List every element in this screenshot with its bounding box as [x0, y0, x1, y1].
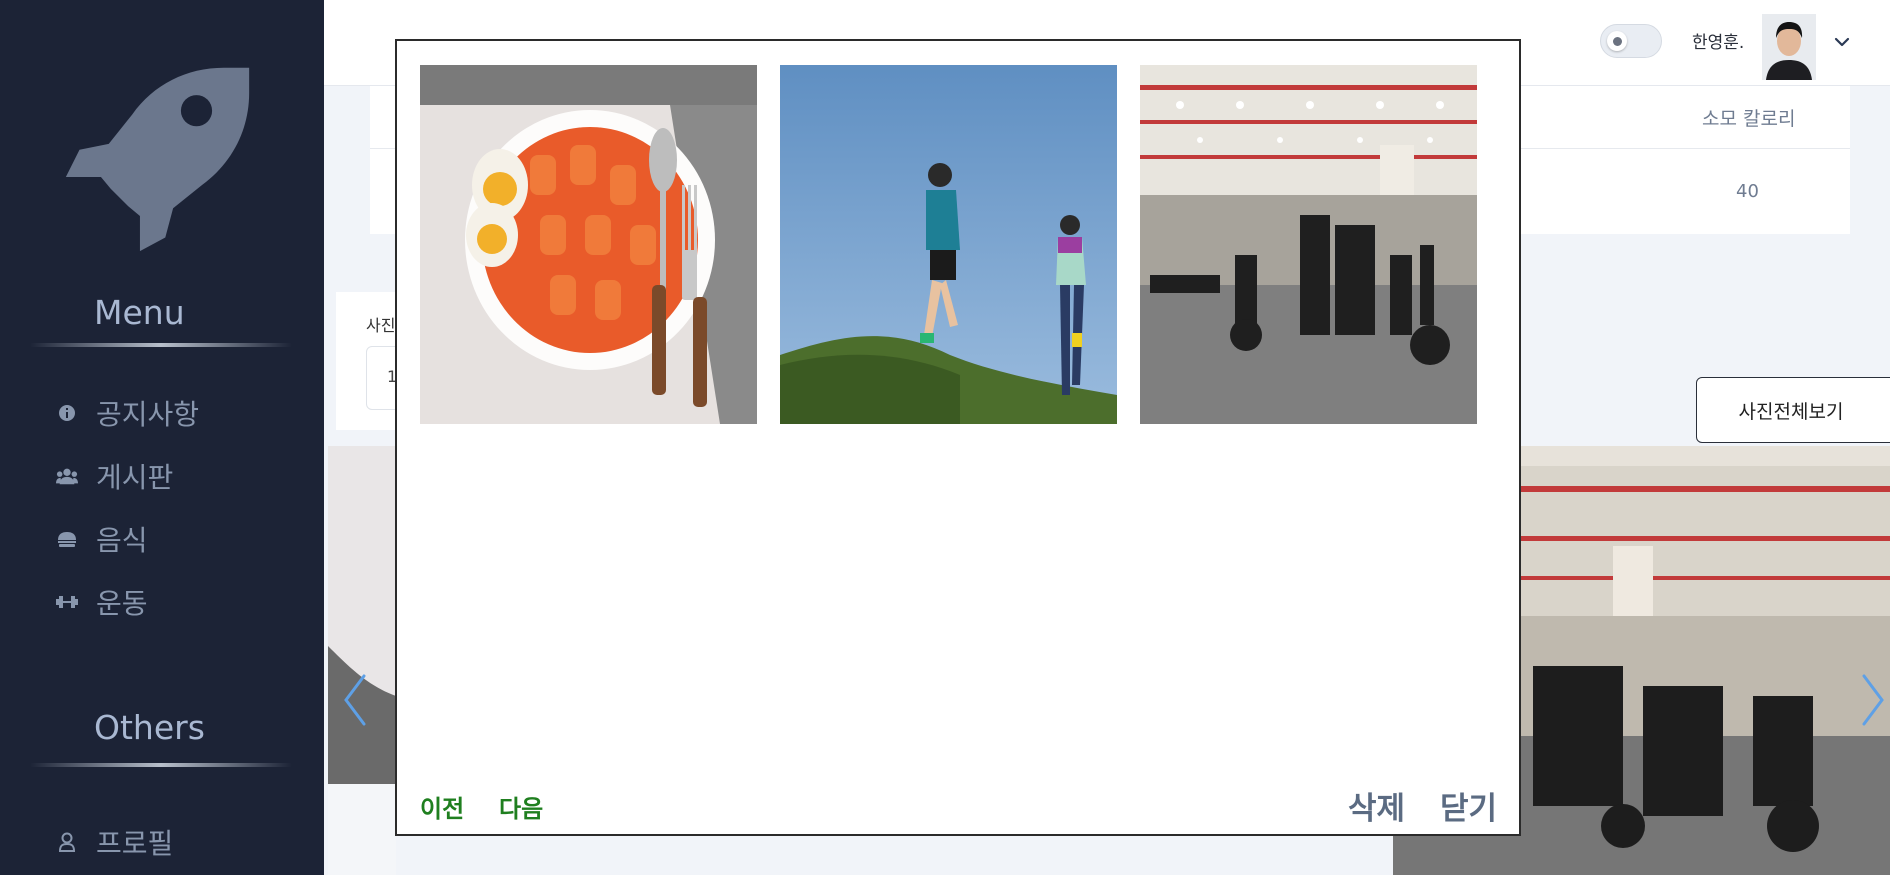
dumbbell-icon — [56, 591, 78, 613]
chevron-down-icon[interactable] — [1832, 32, 1852, 52]
toggle-dot — [1613, 37, 1622, 46]
others-section-title: Others — [94, 708, 205, 747]
carousel-next-arrow-icon[interactable] — [1858, 670, 1888, 730]
sidebar-item-label: 게시판 — [96, 461, 174, 494]
user-icon — [56, 831, 78, 853]
photo-gallery-modal: 이전 다음 삭제 닫기 — [395, 39, 1521, 836]
username-label: 한영훈. — [1692, 33, 1745, 53]
carousel-image-left — [328, 446, 396, 784]
delete-button[interactable]: 삭제 — [1348, 783, 1405, 828]
menu-divider — [30, 343, 292, 347]
sidebar-item-label: 운동 — [96, 587, 148, 620]
users-icon — [56, 465, 78, 487]
gallery-photo-gym[interactable] — [1140, 65, 1477, 424]
carousel-bottom-space — [328, 784, 396, 875]
menu-section-title: Menu — [94, 293, 185, 332]
sidebar-item-label: 공지사항 — [96, 398, 200, 431]
sidebar-item-notice[interactable]: 공지사항 — [56, 393, 199, 433]
sidebar-item-board[interactable]: 게시판 — [56, 456, 173, 496]
gallery-photo-running[interactable] — [780, 65, 1117, 424]
column-header-calories: 소모 칼로리 — [1702, 108, 1796, 130]
rocket-logo-icon — [65, 67, 250, 252]
prev-button[interactable]: 이전 — [420, 789, 464, 824]
next-button[interactable]: 다음 — [499, 789, 543, 824]
gallery-photo-food[interactable] — [420, 65, 757, 424]
avatar[interactable] — [1762, 14, 1816, 80]
sidebar-item-label: 음식 — [96, 524, 148, 557]
theme-toggle[interactable] — [1600, 24, 1662, 58]
food-icon — [56, 528, 78, 550]
view-all-photos-button[interactable]: 사진전체보기 — [1696, 377, 1890, 443]
photo-label: 사진 — [366, 316, 396, 335]
sidebar-item-label: 프로필 — [96, 827, 174, 860]
sidebar-item-exercise[interactable]: 운동 — [56, 582, 148, 622]
carousel-prev-arrow-icon[interactable] — [340, 670, 370, 730]
info-icon — [56, 402, 78, 424]
close-button[interactable]: 닫기 — [1440, 783, 1497, 828]
sidebar-item-food[interactable]: 음식 — [56, 519, 148, 559]
cell-calories: 40 — [1736, 181, 1759, 202]
sidebar: Menu 공지사항 게시판 음식 운동 Others 프로필 — [0, 0, 324, 875]
others-divider — [30, 763, 292, 767]
sidebar-item-profile[interactable]: 프로필 — [56, 822, 173, 862]
